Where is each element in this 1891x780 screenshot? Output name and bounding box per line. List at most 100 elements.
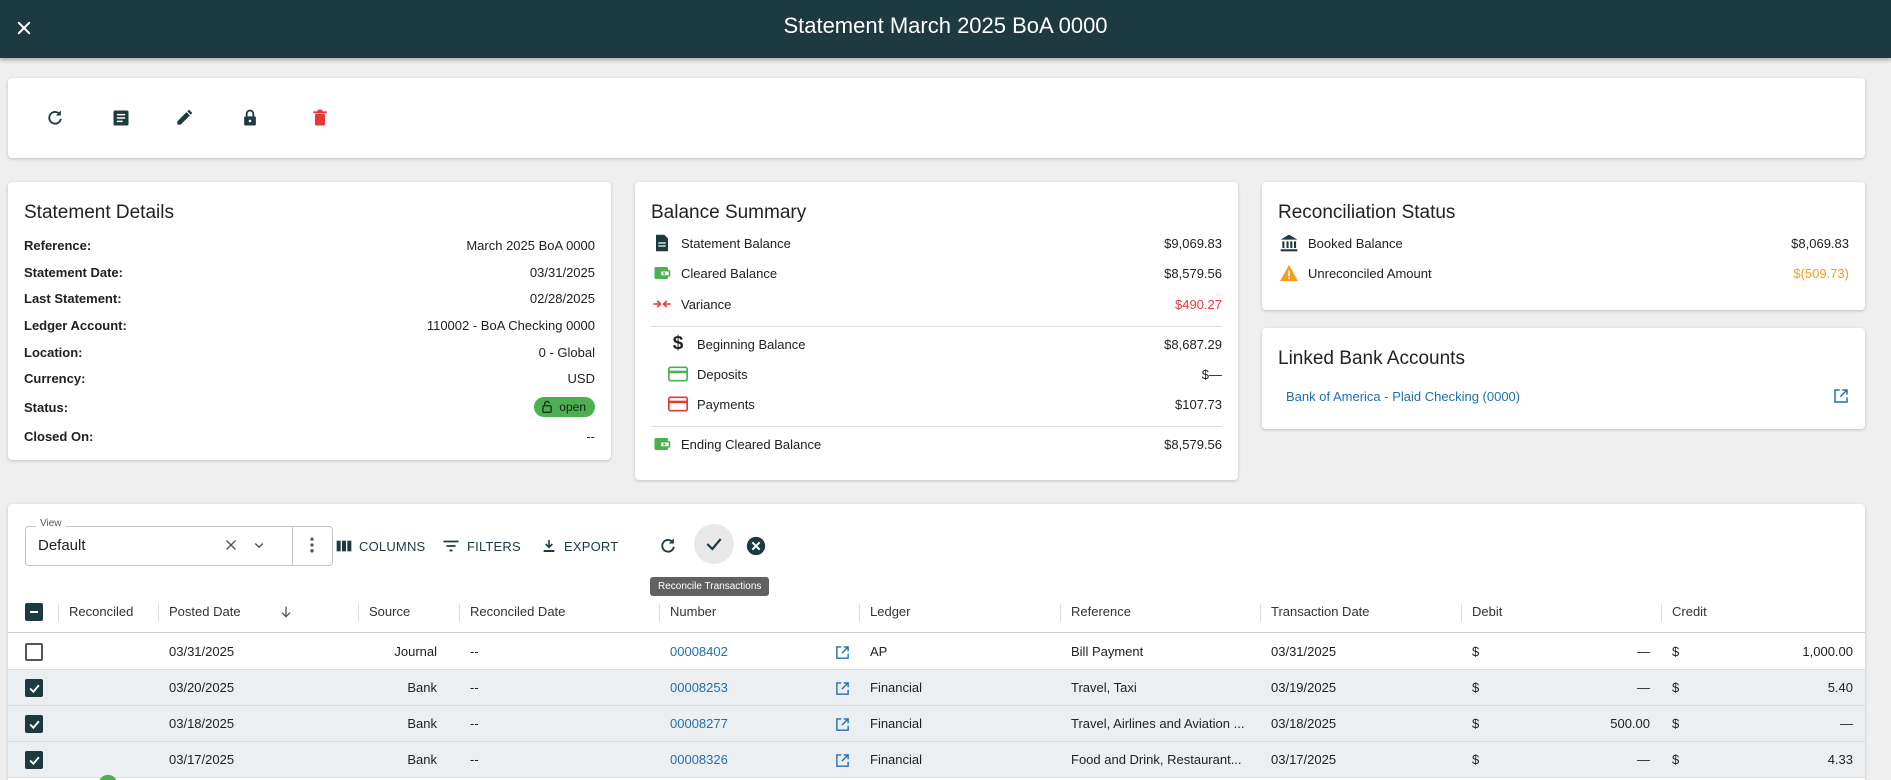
view-selector[interactable]: View Default xyxy=(25,518,333,566)
statement-balance-row: Statement Balance $9,069.83 xyxy=(651,232,1222,254)
more-vert-icon xyxy=(310,537,314,553)
document-list-icon xyxy=(113,110,129,126)
lock-button[interactable] xyxy=(230,98,270,138)
number-link[interactable]: 00008402 xyxy=(670,634,728,670)
details-button[interactable] xyxy=(101,98,141,138)
col-posted-date[interactable]: Posted Date xyxy=(169,591,241,633)
edit-button[interactable] xyxy=(164,98,204,138)
divider xyxy=(651,426,1222,427)
table-row[interactable]: 03/31/2025 Journal -- 00008402 AP Bill P… xyxy=(8,634,1865,670)
open-record-button[interactable] xyxy=(835,634,850,670)
filter-icon xyxy=(443,540,459,552)
col-reconciled[interactable]: Reconciled xyxy=(69,591,133,633)
open-external-button[interactable] xyxy=(1833,388,1849,404)
col-reference[interactable]: Reference xyxy=(1071,591,1131,633)
detail-reference: Reference: March 2025 BoA 0000 xyxy=(24,237,595,253)
linked-bank-accounts-title: Linked Bank Accounts xyxy=(1278,348,1465,369)
divider xyxy=(651,326,1222,327)
statement-details-title: Statement Details xyxy=(24,202,174,223)
detail-location: Location: 0 - Global xyxy=(24,344,595,360)
col-source[interactable]: Source xyxy=(369,591,410,633)
number-link[interactable]: 00008277 xyxy=(670,706,728,742)
check-icon xyxy=(28,756,40,765)
row-checkbox[interactable] xyxy=(25,679,43,697)
pencil-icon xyxy=(177,109,193,125)
delete-button[interactable] xyxy=(300,98,340,138)
refresh-icon xyxy=(48,110,62,125)
table-row[interactable]: 03/18/2025 Bank -- 00008277 Financial Tr… xyxy=(8,706,1865,742)
reconcile-transactions-button[interactable] xyxy=(694,524,734,564)
linked-account-link[interactable]: Bank of America - Plaid Checking (0000) xyxy=(1286,389,1833,404)
unreconciled-amount-row: Unreconciled Amount $(509.73) xyxy=(1278,262,1849,284)
wallet-icon xyxy=(654,267,671,279)
booked-balance-row: Booked Balance $8,069.83 xyxy=(1278,232,1849,254)
open-in-new-icon xyxy=(836,645,849,659)
col-credit[interactable]: Credit xyxy=(1672,591,1707,633)
col-debit[interactable]: Debit xyxy=(1472,591,1502,633)
detail-closed-on: Closed On: -- xyxy=(24,428,595,444)
select-all-checkbox[interactable] xyxy=(25,603,43,621)
bank-icon xyxy=(1280,234,1298,252)
card-green-icon xyxy=(668,366,688,382)
check-icon xyxy=(706,538,722,551)
table-header: Reconciled Posted Date Source Reconciled… xyxy=(8,591,1865,633)
action-toolbar xyxy=(8,78,1865,158)
open-record-button[interactable] xyxy=(835,706,850,742)
filters-button[interactable]: FILTERS xyxy=(442,534,521,558)
col-reconciled-date[interactable]: Reconciled Date xyxy=(470,591,565,633)
view-dropdown-button[interactable] xyxy=(250,536,268,559)
table-row[interactable]: 03/17/2025 Bank -- 00008326 Financial Fo… xyxy=(8,742,1865,778)
row-checkbox[interactable] xyxy=(25,751,43,769)
balance-summary-title: Balance Summary xyxy=(651,202,807,223)
balance-summary-card: Balance Summary Statement Balance $9,069… xyxy=(635,182,1238,480)
open-record-button[interactable] xyxy=(835,670,850,706)
clear-view-button[interactable] xyxy=(222,536,240,559)
unreconcile-button[interactable] xyxy=(738,528,774,564)
export-button[interactable]: EXPORT xyxy=(541,534,618,558)
grid-refresh-button[interactable] xyxy=(650,528,686,564)
open-in-new-icon xyxy=(1834,389,1848,403)
open-record-button[interactable] xyxy=(835,742,850,778)
number-link[interactable]: 00008326 xyxy=(670,742,728,778)
download-icon xyxy=(543,540,555,552)
number-link[interactable]: 00008253 xyxy=(670,670,728,706)
linked-account-item: Bank of America - Plaid Checking (0000) xyxy=(1286,385,1849,407)
view-menu-button[interactable] xyxy=(302,535,322,560)
close-icon xyxy=(226,540,236,550)
detail-statement-date: Statement Date: 03/31/2025 xyxy=(24,264,595,280)
table-row[interactable]: 03/20/2025 Bank -- 00008253 Financial Tr… xyxy=(8,670,1865,706)
wallet-icon xyxy=(654,438,671,450)
columns-button[interactable]: COLUMNS xyxy=(336,534,425,558)
sort-desc-button[interactable] xyxy=(278,604,294,622)
variance-row: Variance $490.27 xyxy=(651,293,1222,315)
lock-icon xyxy=(244,109,256,126)
reconciliation-status-title: Reconciliation Status xyxy=(1278,202,1456,223)
page-title: Statement March 2025 BoA 0000 xyxy=(783,13,1108,38)
beginning-balance-row: $ Beginning Balance $8,687.29 xyxy=(667,333,1222,355)
open-in-new-icon xyxy=(836,681,849,695)
detail-last-statement: Last Statement: 02/28/2025 xyxy=(24,290,595,306)
arrow-down-icon xyxy=(281,606,291,618)
row-checkbox[interactable] xyxy=(25,643,43,661)
compare-arrows-icon xyxy=(653,300,671,308)
ending-cleared-balance-row: Ending Cleared Balance $8,579.56 xyxy=(651,433,1222,455)
col-transaction-date[interactable]: Transaction Date xyxy=(1271,591,1370,633)
check-icon xyxy=(28,720,40,729)
warning-icon xyxy=(1280,264,1298,282)
reconciled-check-icon xyxy=(98,774,118,780)
statement-details-card: Statement Details Reference: March 2025 B… xyxy=(8,182,611,460)
detail-currency: Currency: USD xyxy=(24,370,595,386)
refresh-icon xyxy=(661,538,675,553)
payments-row: Payments $107.73 xyxy=(667,393,1222,415)
open-in-new-icon xyxy=(836,717,849,731)
view-column-icon xyxy=(336,540,352,552)
row-checkbox[interactable] xyxy=(25,715,43,733)
open-in-new-icon xyxy=(836,753,849,767)
col-ledger[interactable]: Ledger xyxy=(870,591,910,633)
reconciliation-status-card: Reconciliation Status Booked Balance $8,… xyxy=(1262,182,1865,310)
refresh-button[interactable] xyxy=(35,98,75,138)
cleared-balance-row: Cleared Balance $8,579.56 xyxy=(651,262,1222,284)
deposits-row: Deposits $— xyxy=(667,363,1222,385)
view-value: Default xyxy=(38,537,86,554)
col-number[interactable]: Number xyxy=(670,591,716,633)
